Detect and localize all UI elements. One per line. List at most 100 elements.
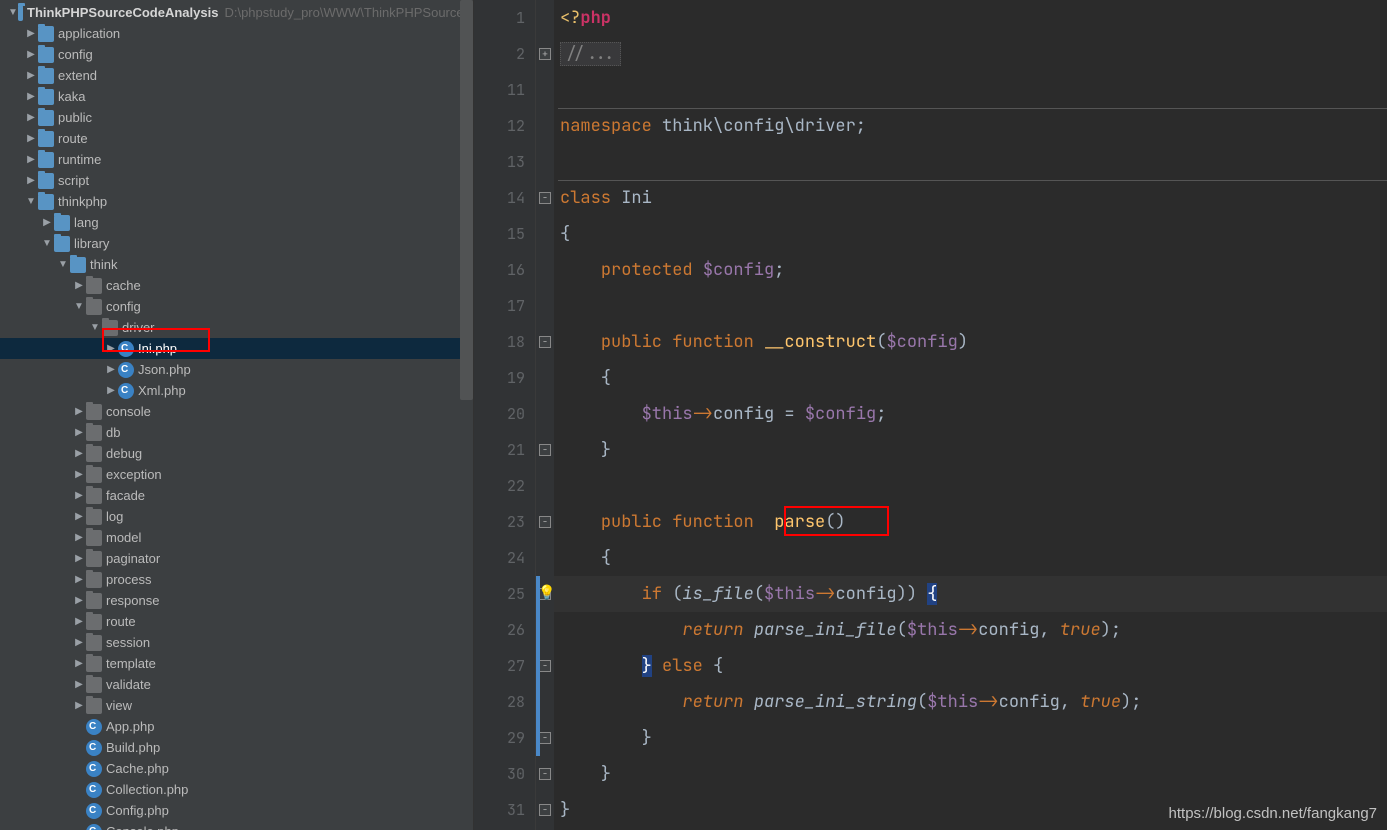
chevron-down-icon[interactable]: ▼: [88, 317, 102, 338]
tree-item-cache[interactable]: ▶cache: [0, 275, 473, 296]
code-line[interactable]: class Ini: [554, 180, 1387, 216]
chevron-right-icon[interactable]: ▶: [72, 674, 86, 695]
tree-item-exception[interactable]: ▶exception: [0, 464, 473, 485]
tree-item-application[interactable]: ▶application: [0, 23, 473, 44]
fold-collapse-icon[interactable]: −: [539, 516, 551, 528]
chevron-right-icon[interactable]: ▶: [72, 275, 86, 296]
chevron-right-icon[interactable]: ▶: [24, 65, 38, 86]
code-line[interactable]: //...: [554, 36, 1387, 72]
chevron-down-icon[interactable]: ▼: [72, 296, 86, 317]
code-line[interactable]: if (is_file($this->config)) {: [554, 576, 1387, 612]
chevron-right-icon[interactable]: ▶: [72, 443, 86, 464]
chevron-down-icon[interactable]: ▼: [24, 191, 38, 212]
code-line[interactable]: [554, 144, 1387, 180]
chevron-right-icon[interactable]: ▶: [24, 86, 38, 107]
chevron-right-icon[interactable]: ▶: [72, 590, 86, 611]
tree-scrollbar[interactable]: [460, 0, 473, 400]
tree-item-config[interactable]: ▼config: [0, 296, 473, 317]
tree-item-route[interactable]: ▶route: [0, 611, 473, 632]
tree-item-ini-php[interactable]: ▶Ini.php: [0, 338, 473, 359]
chevron-right-icon[interactable]: ▶: [104, 380, 118, 401]
chevron-right-icon[interactable]: ▶: [72, 611, 86, 632]
code-line[interactable]: <?php: [554, 0, 1387, 36]
chevron-right-icon[interactable]: ▶: [104, 338, 118, 359]
project-root[interactable]: ▼ThinkPHPSourceCodeAnalysisD:\phpstudy_p…: [0, 2, 473, 23]
chevron-right-icon[interactable]: ▶: [24, 23, 38, 44]
code-line[interactable]: public function __construct($config): [554, 324, 1387, 360]
tree-item-driver[interactable]: ▼driver: [0, 317, 473, 338]
chevron-right-icon[interactable]: ▶: [72, 422, 86, 443]
chevron-right-icon[interactable]: ▶: [72, 653, 86, 674]
tree-item-xml-php[interactable]: ▶Xml.php: [0, 380, 473, 401]
code-line[interactable]: [554, 288, 1387, 324]
tree-item-debug[interactable]: ▶debug: [0, 443, 473, 464]
tree-item-runtime[interactable]: ▶runtime: [0, 149, 473, 170]
code-line[interactable]: return parse_ini_file($this->config, tru…: [554, 612, 1387, 648]
code-area[interactable]: <?php//... namespace think\config\driver;…: [554, 0, 1387, 830]
tree-item-model[interactable]: ▶model: [0, 527, 473, 548]
tree-item-facade[interactable]: ▶facade: [0, 485, 473, 506]
tree-item-route[interactable]: ▶route: [0, 128, 473, 149]
fold-collapse-icon[interactable]: −: [539, 444, 551, 456]
code-line[interactable]: [554, 468, 1387, 504]
tree-item-console-php[interactable]: ▶Console.php: [0, 821, 473, 830]
chevron-right-icon[interactable]: ▶: [72, 485, 86, 506]
chevron-right-icon[interactable]: ▶: [72, 464, 86, 485]
fold-collapse-icon[interactable]: −: [539, 192, 551, 204]
code-line[interactable]: {: [554, 540, 1387, 576]
tree-item-response[interactable]: ▶response: [0, 590, 473, 611]
tree-item-script[interactable]: ▶script: [0, 170, 473, 191]
tree-item-console[interactable]: ▶console: [0, 401, 473, 422]
tree-item-collection-php[interactable]: ▶Collection.php: [0, 779, 473, 800]
code-line[interactable]: }: [554, 432, 1387, 468]
tree-item-json-php[interactable]: ▶Json.php: [0, 359, 473, 380]
chevron-right-icon[interactable]: ▶: [24, 149, 38, 170]
tree-item-process[interactable]: ▶process: [0, 569, 473, 590]
fold-collapse-icon[interactable]: −: [539, 336, 551, 348]
code-line[interactable]: }: [554, 720, 1387, 756]
chevron-right-icon[interactable]: ▶: [24, 107, 38, 128]
chevron-right-icon[interactable]: ▶: [72, 401, 86, 422]
code-line[interactable]: {: [554, 216, 1387, 252]
tree-item-db[interactable]: ▶db: [0, 422, 473, 443]
code-line[interactable]: [554, 72, 1387, 108]
tree-item-config[interactable]: ▶config: [0, 44, 473, 65]
chevron-right-icon[interactable]: ▶: [72, 506, 86, 527]
tree-item-view[interactable]: ▶view: [0, 695, 473, 716]
fold-collapse-icon[interactable]: −: [539, 732, 551, 744]
tree-item-lang[interactable]: ▶lang: [0, 212, 473, 233]
tree-item-public[interactable]: ▶public: [0, 107, 473, 128]
code-line[interactable]: protected $config;: [554, 252, 1387, 288]
code-line[interactable]: namespace think\config\driver;: [554, 108, 1387, 144]
tree-item-kaka[interactable]: ▶kaka: [0, 86, 473, 107]
intention-bulb-icon[interactable]: 💡: [538, 584, 555, 602]
tree-item-library[interactable]: ▼library: [0, 233, 473, 254]
fold-collapse-icon[interactable]: −: [539, 660, 551, 672]
code-line[interactable]: } else {: [554, 648, 1387, 684]
chevron-right-icon[interactable]: ▶: [24, 44, 38, 65]
tree-item-think[interactable]: ▼think: [0, 254, 473, 275]
code-line[interactable]: public function parse(): [554, 504, 1387, 540]
code-editor[interactable]: 1211121314151617181920212223242526272829…: [474, 0, 1387, 830]
chevron-down-icon[interactable]: ▼: [56, 254, 70, 275]
tree-item-session[interactable]: ▶session: [0, 632, 473, 653]
code-line[interactable]: return parse_ini_string($this->config, t…: [554, 684, 1387, 720]
chevron-down-icon[interactable]: ▼: [40, 233, 54, 254]
vcs-change-marker[interactable]: [536, 576, 540, 756]
tree-item-extend[interactable]: ▶extend: [0, 65, 473, 86]
chevron-down-icon[interactable]: ▼: [8, 2, 18, 23]
tree-item-validate[interactable]: ▶validate: [0, 674, 473, 695]
tree-item-thinkphp[interactable]: ▼thinkphp: [0, 191, 473, 212]
chevron-right-icon[interactable]: ▶: [72, 569, 86, 590]
chevron-right-icon[interactable]: ▶: [104, 359, 118, 380]
chevron-right-icon[interactable]: ▶: [72, 548, 86, 569]
tree-item-config-php[interactable]: ▶Config.php: [0, 800, 473, 821]
fold-expand-icon[interactable]: +: [539, 48, 551, 60]
code-line[interactable]: $this->config = $config;: [554, 396, 1387, 432]
chevron-right-icon[interactable]: ▶: [72, 632, 86, 653]
chevron-right-icon[interactable]: ▶: [24, 128, 38, 149]
tree-item-build-php[interactable]: ▶Build.php: [0, 737, 473, 758]
code-line[interactable]: }: [554, 756, 1387, 792]
tree-item-cache-php[interactable]: ▶Cache.php: [0, 758, 473, 779]
tree-item-paginator[interactable]: ▶paginator: [0, 548, 473, 569]
